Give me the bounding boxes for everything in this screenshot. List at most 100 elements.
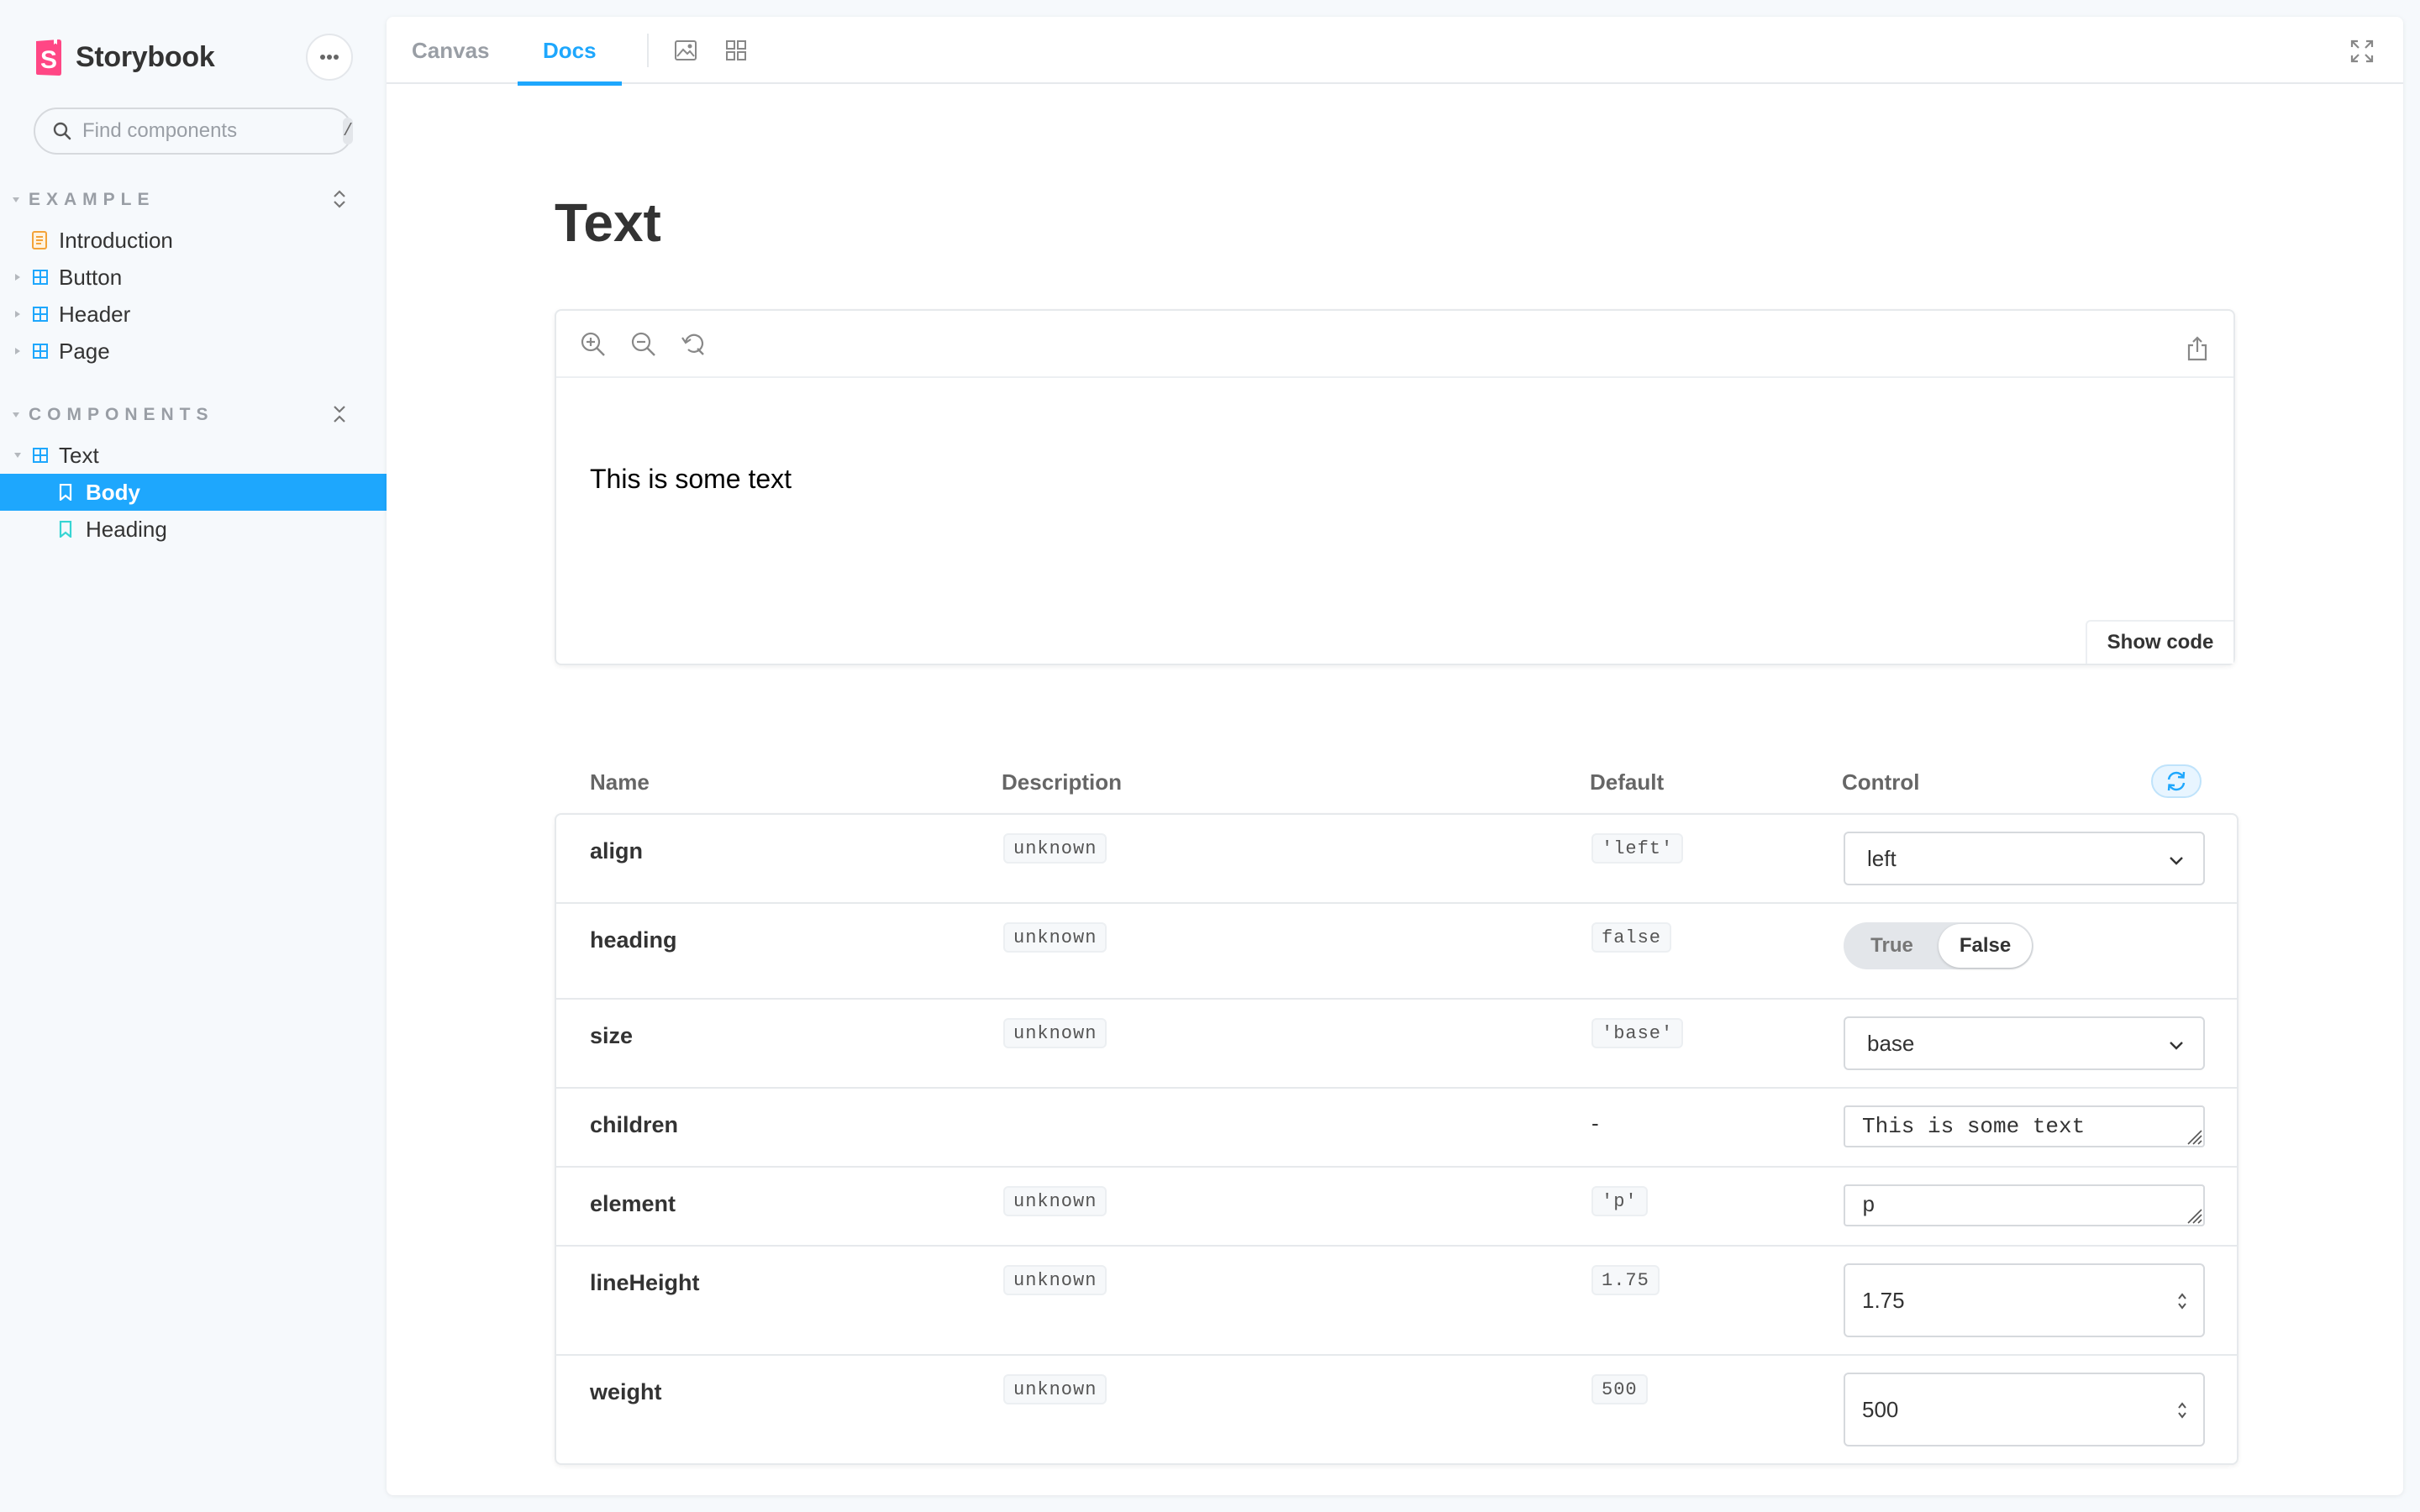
arg-name: align	[590, 838, 644, 864]
table-row: align unknown 'left' left	[556, 815, 2237, 904]
header-name: Name	[590, 769, 650, 795]
component-icon	[33, 448, 48, 463]
bookmark-icon	[59, 484, 72, 501]
arg-name: weight	[590, 1379, 662, 1404]
table-row: children - This is some text	[556, 1089, 2237, 1168]
sidebar-item-label: Body	[86, 479, 140, 505]
grid-icon[interactable]	[724, 39, 748, 62]
sidebar-item-label: Page	[59, 338, 110, 364]
sidebar-item-introduction[interactable]: Introduction	[0, 222, 387, 259]
collapse-all-icon[interactable]	[331, 404, 348, 424]
arg-default: 1.75	[1591, 1265, 1660, 1295]
sync-icon	[2167, 771, 2186, 791]
arg-default: 'base'	[1591, 1018, 1684, 1048]
sidebar-item-page[interactable]: Page	[0, 333, 387, 370]
bookmark-icon	[59, 521, 72, 538]
caret-right-icon	[15, 348, 20, 354]
element-text-control: p	[1844, 1184, 2205, 1226]
stepper-icon[interactable]	[2176, 1290, 2188, 1312]
svg-text:S: S	[40, 46, 57, 74]
weight-number-input[interactable]: 500	[1844, 1373, 2205, 1446]
select-value: left	[1867, 845, 1897, 871]
brand-name: Storybook	[76, 40, 215, 73]
zoom-in-icon[interactable]	[580, 331, 607, 358]
chevron-down-icon	[2170, 857, 2183, 865]
sidebar-item-button[interactable]: Button	[0, 259, 387, 296]
tab-docs[interactable]: Docs	[518, 17, 622, 86]
table-row: size unknown 'base' base	[556, 1000, 2237, 1089]
section-example[interactable]: EXAMPLE	[12, 187, 348, 213]
toolbar-divider	[647, 34, 649, 67]
heading-boolean-toggle[interactable]: True False	[1844, 922, 2033, 969]
element-textarea[interactable]: p	[1844, 1184, 2205, 1226]
toggle-true-option[interactable]: True	[1845, 924, 1939, 968]
main-panel: Canvas Docs Text This is some text Show …	[387, 17, 2403, 1495]
storybook-logo-icon: S	[36, 39, 61, 76]
args-table: align unknown 'left' left heading unknow…	[555, 813, 2238, 1465]
search-input[interactable]	[82, 119, 343, 143]
arg-description: unknown	[1003, 1265, 1107, 1295]
share-icon[interactable]	[2186, 336, 2208, 361]
document-icon	[32, 231, 47, 249]
tab-canvas[interactable]: Canvas	[387, 17, 515, 84]
reset-controls-button[interactable]	[2151, 764, 2202, 798]
header-default: Default	[1590, 769, 1665, 795]
brand[interactable]: S Storybook	[34, 37, 215, 77]
sidebar-item-label: Introduction	[59, 227, 173, 253]
section-components[interactable]: COMPONENTS	[12, 402, 348, 428]
show-code-button[interactable]: Show code	[2086, 620, 2233, 664]
search-field[interactable]: /	[34, 108, 354, 155]
line-height-number-input[interactable]: 1.75	[1844, 1263, 2205, 1337]
story-preview: This is some text Show code	[555, 309, 2235, 665]
sidebar-item-header[interactable]: Header	[0, 296, 387, 333]
sidebar-menu-button[interactable]	[306, 34, 353, 81]
arg-default: 'p'	[1591, 1186, 1648, 1216]
sidebar-item-label: Header	[59, 301, 131, 327]
table-row: element unknown 'p' p	[556, 1168, 2237, 1247]
arg-name: children	[590, 1112, 679, 1137]
preview-toolbar	[556, 311, 2233, 378]
background-image-icon[interactable]	[674, 39, 697, 62]
caret-down-icon	[13, 197, 19, 202]
align-select[interactable]: left	[1844, 832, 2205, 885]
arg-default: -	[1591, 1110, 1599, 1136]
sidebar-item-body[interactable]: Body	[0, 474, 387, 511]
stepper-icon[interactable]	[2176, 1399, 2188, 1421]
args-table-header: Name Description Default Control	[555, 748, 2235, 815]
header-control: Control	[1842, 769, 1920, 795]
fullscreen-icon[interactable]	[2349, 39, 2375, 64]
preview-text: This is some text	[590, 464, 792, 494]
caret-right-icon	[15, 311, 20, 318]
component-icon	[33, 307, 48, 322]
zoom-reset-icon[interactable]	[681, 331, 708, 358]
arg-description: unknown	[1003, 1018, 1107, 1048]
table-row: weight unknown 500 500	[556, 1356, 2237, 1465]
size-select[interactable]: base	[1844, 1016, 2205, 1070]
toolbar: Canvas Docs	[387, 17, 2403, 86]
table-row: heading unknown false True False	[556, 904, 2237, 1000]
children-text-control: This is some text	[1844, 1105, 2205, 1147]
sidebar-item-text[interactable]: Text	[0, 437, 387, 474]
number-value: 1.75	[1862, 1287, 1905, 1313]
arg-name: heading	[590, 927, 677, 953]
arg-default: 'left'	[1591, 833, 1684, 864]
caret-down-icon	[14, 453, 21, 458]
children-textarea[interactable]: This is some text	[1844, 1105, 2205, 1147]
arg-name: size	[590, 1023, 634, 1048]
arg-name: element	[590, 1191, 676, 1216]
component-icon	[33, 270, 48, 285]
section-title: EXAMPLE	[29, 190, 155, 209]
caret-down-icon	[13, 412, 19, 417]
number-value: 500	[1862, 1396, 1899, 1422]
tab-label: Docs	[543, 37, 597, 63]
search-shortcut-key: /	[343, 118, 354, 144]
more-icon	[320, 55, 339, 60]
expand-all-icon[interactable]	[331, 189, 348, 209]
sidebar-item-heading[interactable]: Heading	[0, 511, 387, 548]
chevron-down-icon	[2170, 1042, 2183, 1050]
arg-default: false	[1591, 922, 1672, 953]
search-icon	[53, 122, 71, 140]
zoom-out-icon[interactable]	[630, 331, 657, 358]
component-icon	[33, 344, 48, 359]
toggle-false-option[interactable]: False	[1939, 924, 2032, 968]
